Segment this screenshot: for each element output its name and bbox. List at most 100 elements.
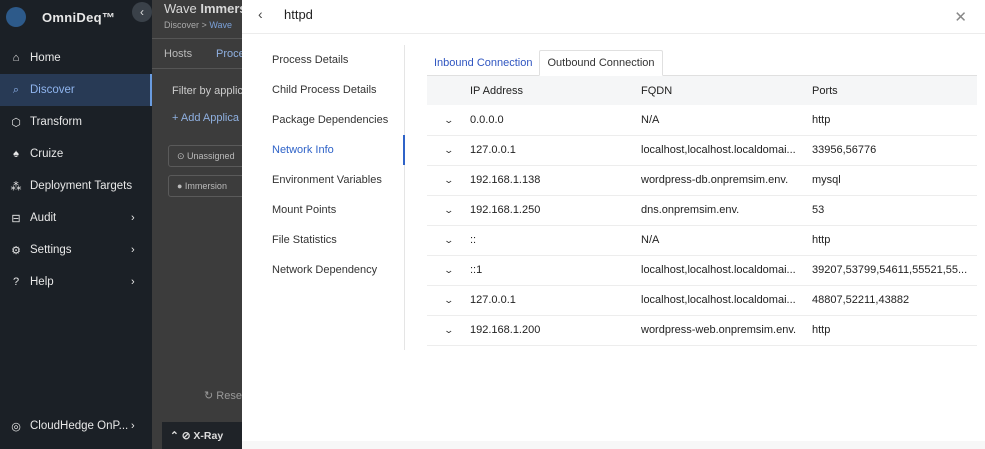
divider [152,38,242,39]
table-row: ⌄ 192.168.1.250 dns.onpremsim.env. 53 [427,195,977,226]
breadcrumb-separator: > [201,20,207,30]
connections-table: IP Address FQDN Ports ⌄ 0.0.0.0 N/A http ⌄ 12… [427,76,977,346]
ip-address-header: IP Address [470,76,641,105]
close-icon[interactable]: ✕ [954,8,967,26]
sidebar-item-home[interactable]: ⌂ Home [0,42,152,74]
expand-row-button[interactable]: ⌄ [427,135,470,166]
page-title: Wave Immers [164,1,242,16]
sidebar-item-label: Audit [30,212,57,224]
ip-address-cell: :: [470,225,641,256]
ports-cell: 39207,53799,54611,55521,55... [812,255,977,286]
fqdn-cell: localhost,localhost.localdomai... [641,285,812,316]
expand-row-button[interactable]: ⌄ [427,285,470,316]
breadcrumb-root[interactable]: Discover [164,20,199,30]
fqdn-header: FQDN [641,76,812,105]
drawer-header: ‹ httpd ✕ [242,0,985,34]
table-row: ⌄ 0.0.0.0 N/A http [427,105,977,136]
sidebar-item-settings[interactable]: ⚙ Settings › [0,234,152,266]
table-body: ⌄ 0.0.0.0 N/A http ⌄ 127.0.0.1 localhost,local… [427,105,977,346]
sidebar-nav: ⌂ Home ⌕ Discover ⬡ Transform ♠ Cruize ⁂ Deployme… [0,42,152,298]
table-row: ⌄ 127.0.0.1 localhost,localhost.localdomai… [427,285,977,316]
menu-item-network-dependency[interactable]: Network Dependency [242,255,404,285]
sidebar-collapse-button[interactable]: ‹ [132,2,152,22]
sidebar-item-discover[interactable]: ⌕ Discover [0,74,152,106]
chevron-down-icon: ⌄ [443,265,454,275]
ip-address-cell: 127.0.0.1 [470,135,641,166]
menu-item-process-details[interactable]: Process Details [242,45,404,75]
sidebar-item-label: Settings [30,244,72,256]
xray-panel-toggle[interactable]: ⌃ ⊘ X-Ray [162,422,242,449]
fqdn-cell: localhost,localhost.localdomai... [641,135,812,166]
chevron-right-icon: › [131,244,135,256]
filter-label: Filter by applic [172,85,242,97]
table-row: ⌄ 192.168.1.200 wordpress-web.onpremsim.en… [427,315,977,346]
drawer-side-menu: Process Details Child Process Details Pack… [242,45,405,350]
chevron-down-icon: ⌄ [443,205,454,215]
sidebar-item-help[interactable]: ? Help › [0,266,152,298]
chevron-down-icon: ⌄ [443,235,454,245]
account-switcher[interactable]: ◎ CloudHedge OnP... › [0,413,152,439]
expand-row-button[interactable]: ⌄ [427,195,470,226]
ports-cell: http [812,105,977,136]
nav-icon: ⁂ [10,180,22,193]
nav-icon: ⌕ [12,83,20,96]
sidebar-item-cruize[interactable]: ♠ Cruize [0,138,152,170]
reset-button[interactable]: ↻ Rese [204,389,242,402]
tab-outbound-connection[interactable]: Outbound Connection [539,50,663,76]
account-label: CloudHedge OnP... [30,420,129,432]
brand-logo-icon [6,7,26,27]
fqdn-cell: dns.onpremsim.env. [641,195,812,226]
divider [152,68,242,69]
chevron-down-icon: ⌄ [443,295,454,305]
expand-row-button[interactable]: ⌄ [427,165,470,196]
account-icon: ◎ [11,420,21,433]
table-row: ⌄:: N/A http [427,225,977,256]
back-icon[interactable]: ‹ [258,6,263,22]
immersion-chip[interactable]: ● Immersion [168,175,242,197]
add-application-button[interactable]: + Add Applica [172,112,239,124]
unassigned-chip[interactable]: ⊙ Unassigned [168,145,242,167]
nav-icon: ⌂ [12,52,20,64]
chevron-down-icon: ⌄ [443,114,454,125]
sidebar-item-deployment-targets[interactable]: ⁂ Deployment Targets [0,170,152,202]
table-header-row: IP Address FQDN Ports [427,76,977,105]
chevron-right-icon: › [131,420,135,432]
tab-processes[interactable]: Proce [216,48,242,60]
table-row: ⌄ 192.168.1.138 wordpress-db.onpremsim.env… [427,165,977,196]
expand-row-button[interactable]: ⌄ [427,255,470,286]
ports-cell: http [812,315,977,346]
menu-item-environment-variables[interactable]: Environment Variables [242,165,404,195]
ports-cell: 33956,56776 [812,135,977,166]
chevron-right-icon: › [131,212,135,224]
chevron-down-icon: ⌄ [443,145,454,155]
tab-inbound-connection[interactable]: Inbound Connection [427,50,539,75]
breadcrumb: Discover > Wave [164,20,232,30]
menu-item-package-dependencies[interactable]: Package Dependencies [242,105,404,135]
expand-row-button[interactable]: ⌄ [427,105,470,136]
expand-row-button[interactable]: ⌄ [427,315,470,346]
sidebar-item-label: Discover [30,84,75,96]
ip-address-cell: 192.168.1.200 [470,315,641,346]
sidebar-item-audit[interactable]: ⊟ Audit › [0,202,152,234]
brand-name: OmniDeq™ [42,9,116,25]
main-background: Wave Immers Discover > Wave Hosts Proce … [152,0,242,449]
ip-address-cell: 192.168.1.250 [470,195,641,226]
fqdn-cell: localhost,localhost.localdomai... [641,255,812,286]
menu-item-mount-points[interactable]: Mount Points [242,195,404,225]
menu-item-network-info[interactable]: Network Info [242,135,405,165]
nav-icon: ⬡ [11,116,21,129]
menu-item-file-statistics[interactable]: File Statistics [242,225,404,255]
sidebar-item-transform[interactable]: ⬡ Transform [0,106,152,138]
connection-tabs: Inbound Connection Outbound Connection [427,50,977,76]
menu-item-child-process-details[interactable]: Child Process Details [242,75,404,105]
app-sidebar: OmniDeq™ ‹ ⌂ Home ⌕ Discover ⬡ Transform ♠ Crui… [0,0,152,449]
tab-hosts[interactable]: Hosts [164,48,192,60]
network-info-panel: Inbound Connection Outbound Connection IP… [427,50,977,346]
nav-icon: ♠ [13,148,19,160]
breadcrumb-current[interactable]: Wave [209,20,232,30]
ip-address-cell: 0.0.0.0 [470,105,641,136]
expand-row-button[interactable]: ⌄ [427,225,470,256]
chevron-down-icon: ⌄ [443,175,454,185]
nav-icon: ⚙ [11,244,21,257]
chevron-right-icon: › [131,276,135,288]
